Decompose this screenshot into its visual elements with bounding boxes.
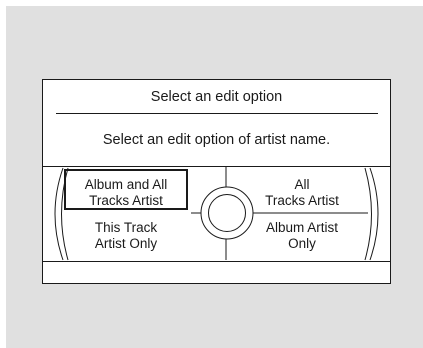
interface-dial-icon[interactable]: [208, 194, 246, 232]
option-label-line2: Tracks Artist: [89, 193, 163, 208]
option-label-line2: Tracks Artist: [265, 193, 339, 208]
option-label-line1: All: [294, 177, 310, 192]
option-label-line1: Album Artist: [265, 220, 339, 235]
edit-option-screen: Select an edit option Select an edit opt…: [42, 79, 391, 284]
option-label-line2: Only: [288, 236, 316, 251]
option-label-line1: Album and All: [84, 177, 168, 192]
option-label-line2: Artist Only: [94, 236, 158, 251]
option-all-tracks-artist[interactable]: All Tracks Artist: [243, 177, 361, 213]
option-label-line1: This Track: [94, 220, 158, 235]
option-album-artist-only[interactable]: Album Artist Only: [243, 220, 361, 256]
background-panel: Select an edit option Select an edit opt…: [6, 6, 423, 348]
option-album-and-all-tracks-artist[interactable]: Album and All Tracks Artist: [67, 177, 185, 213]
option-this-track-artist-only[interactable]: This Track Artist Only: [63, 220, 189, 256]
